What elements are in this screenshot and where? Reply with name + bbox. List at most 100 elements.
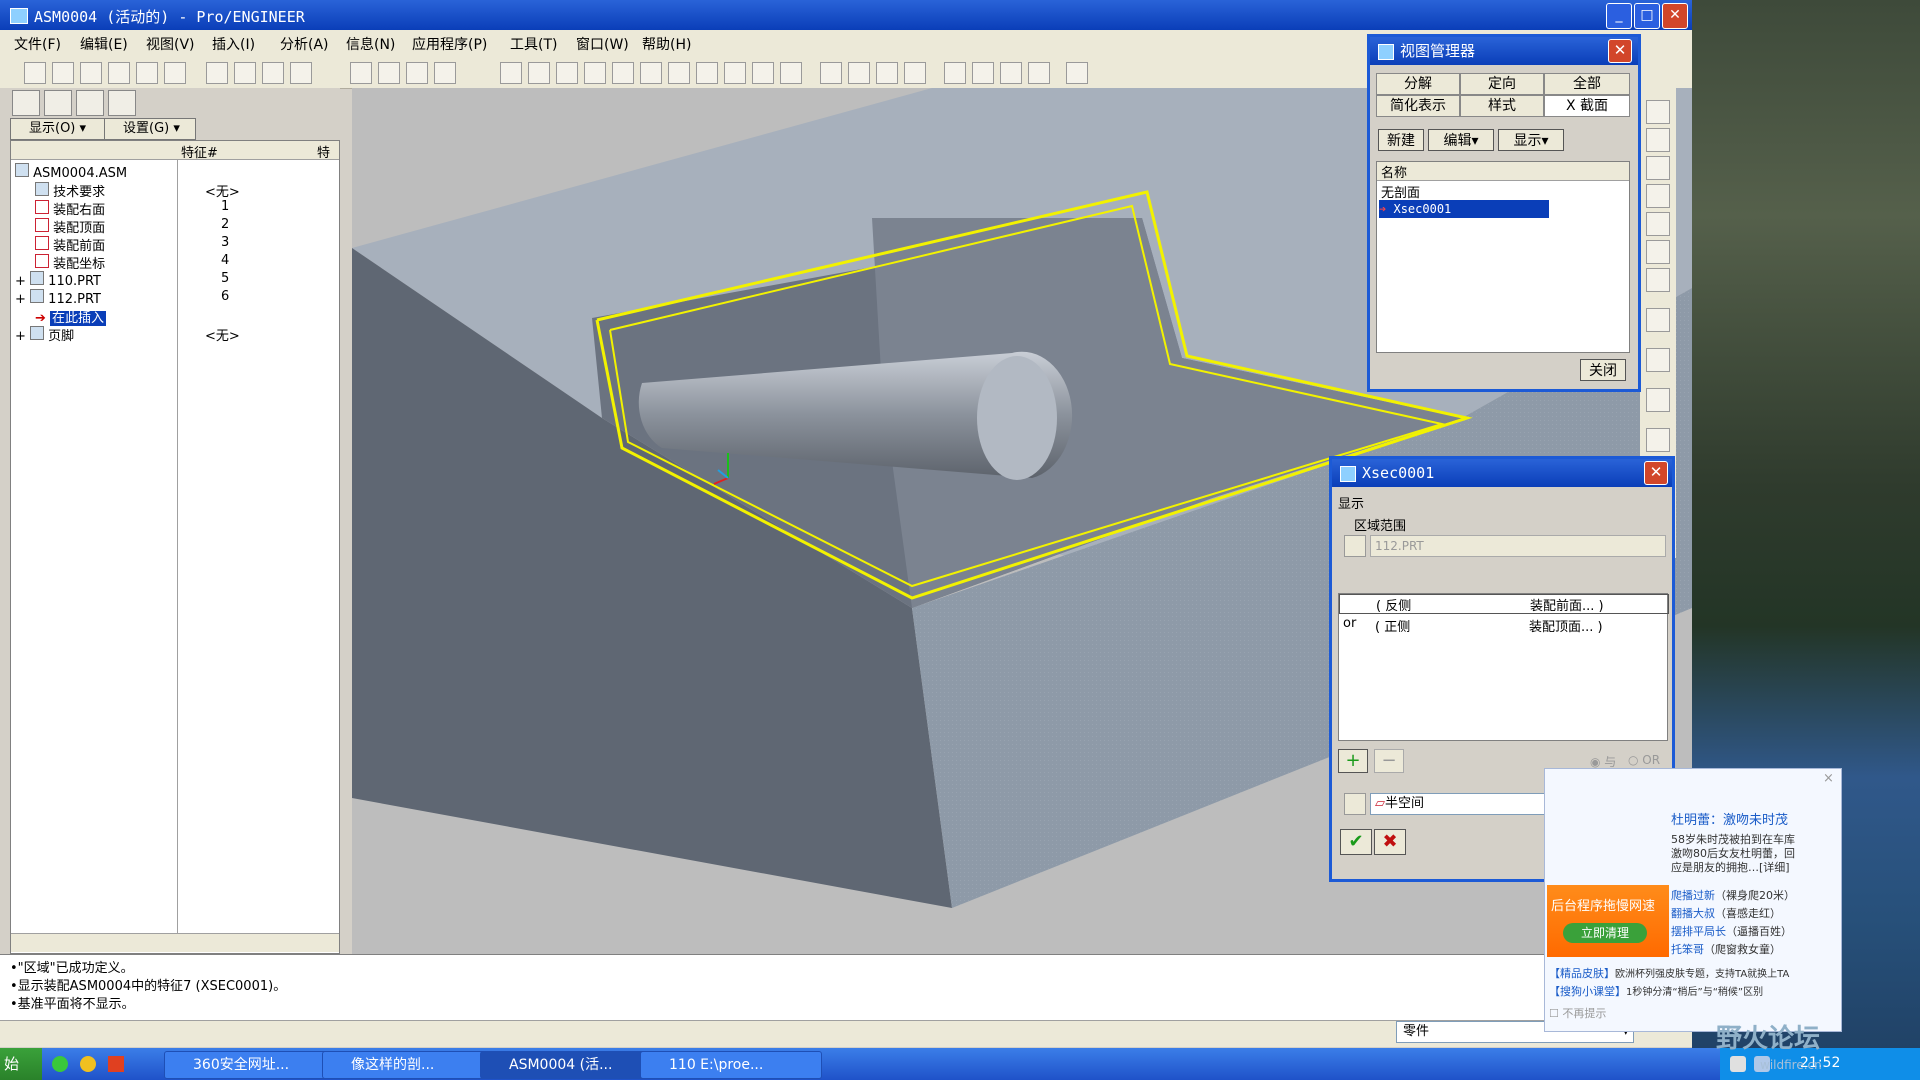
taskbar-item[interactable]: 360安全网址... (164, 1051, 334, 1079)
curve-icon[interactable] (1646, 184, 1670, 208)
popup-link[interactable]: 爬播过新（裸身爬20米） (1671, 887, 1795, 903)
region-row[interactable]: ( 反侧 装配前面... ) (1339, 594, 1669, 614)
datum-display-icon[interactable] (500, 62, 522, 84)
quicklaunch-icon[interactable] (80, 1056, 96, 1072)
sketch-icon[interactable] (1646, 100, 1670, 124)
tree-item-asm-top[interactable]: 装配顶面 (35, 217, 105, 236)
tree-item-asm-csys[interactable]: 装配坐标 (35, 253, 105, 272)
popup-headline[interactable]: 杜明蕾：激吻未时茂 (1671, 809, 1839, 829)
popup-link[interactable]: 【精品皮肤】欧洲杯列强皮肤专题，支持TA就换上TA (1549, 965, 1789, 981)
model-tree-tab-icon[interactable] (12, 90, 40, 116)
close-icon[interactable]: × (1823, 771, 1834, 786)
close-icon[interactable]: ✕ (1644, 461, 1668, 485)
new-file-icon[interactable] (24, 62, 46, 84)
menu-tools[interactable]: 工具(T) (510, 34, 557, 54)
email-icon[interactable] (136, 62, 158, 84)
menu-info[interactable]: 信息(N) (346, 34, 395, 54)
list-item-selected[interactable]: ➔ Xsec0001 (1379, 200, 1549, 218)
reorient-icon[interactable] (696, 62, 718, 84)
list-item[interactable]: 无剖面 (1381, 182, 1420, 201)
hidden-line-icon[interactable] (848, 62, 870, 84)
display-dropdown[interactable]: 显示▾ (1498, 129, 1564, 151)
minimize-button[interactable]: _ (1606, 3, 1632, 29)
tree-item-insert-here[interactable]: ➔ 在此插入 (35, 307, 107, 326)
insert-component-icon[interactable] (1646, 308, 1670, 332)
point-icon[interactable] (1646, 212, 1670, 236)
datum-csys-icon[interactable] (1028, 62, 1050, 84)
refit-icon[interactable] (668, 62, 690, 84)
context-help-icon[interactable] (1066, 62, 1088, 84)
csys-icon[interactable] (1646, 240, 1670, 264)
menu-insert[interactable]: 插入(I) (212, 34, 255, 54)
popup-link[interactable]: 【搜狗小课堂】1秒钟分清“梢后”与“稍候”区别 (1549, 983, 1763, 999)
tree-item-112prt[interactable]: + 112.PRT (15, 289, 101, 307)
popup-link[interactable]: 托笨哥（爬窗救女童） (1671, 941, 1781, 957)
save-icon[interactable] (80, 62, 102, 84)
tab-all[interactable]: 全部 (1544, 73, 1630, 95)
tab-explode[interactable]: 分解 (1376, 73, 1460, 95)
layers-icon[interactable] (752, 62, 774, 84)
select-box-icon[interactable] (434, 62, 456, 84)
tree-horizontal-scrollbar[interactable] (11, 933, 339, 952)
menu-applications[interactable]: 应用程序(P) (412, 34, 487, 54)
settings-dropdown[interactable]: 设置(G) ▾ (104, 118, 196, 140)
connections-tab-icon[interactable] (108, 90, 136, 116)
quicklaunch-icon[interactable] (108, 1056, 124, 1072)
create-component-icon[interactable] (1646, 388, 1670, 412)
select-arrow-icon[interactable] (1344, 793, 1366, 815)
ad-banner[interactable]: 后台程序拖慢网速 立即清理 (1547, 885, 1669, 957)
ok-checkmark-icon[interactable]: ✔ (1340, 829, 1372, 855)
tree-item-footer[interactable]: + 页脚 (15, 325, 74, 344)
cancel-x-icon[interactable]: ✖ (1374, 829, 1406, 855)
or-radio[interactable]: ○ OR (1628, 753, 1660, 767)
menu-help[interactable]: 帮助(H) (642, 34, 691, 54)
spin-center-icon[interactable] (528, 62, 550, 84)
saved-views-icon[interactable] (724, 62, 746, 84)
tab-xsec[interactable]: X 截面 (1544, 95, 1630, 117)
copy-icon[interactable] (262, 62, 284, 84)
pan-icon[interactable] (584, 62, 606, 84)
tab-simplified-rep[interactable]: 简化表示 (1376, 95, 1460, 117)
folder-browser-tab-icon[interactable] (44, 90, 72, 116)
regenerate-icon[interactable] (350, 62, 372, 84)
menu-file[interactable]: 文件(F) (14, 34, 61, 54)
zoom-in-icon[interactable] (612, 62, 634, 84)
new-button[interactable]: 新建 (1378, 129, 1424, 151)
popup-link[interactable]: 翻播大叔（喜感走红） (1671, 905, 1781, 921)
close-icon[interactable]: ✕ (1608, 39, 1632, 63)
analysis-icon[interactable] (1646, 268, 1670, 292)
datum-axis-icon[interactable] (972, 62, 994, 84)
tab-orient[interactable]: 定向 (1460, 73, 1544, 95)
menu-view[interactable]: 视图(V) (146, 34, 195, 54)
menu-window[interactable]: 窗口(W) (576, 34, 629, 54)
close-button[interactable]: ✕ (1662, 3, 1688, 29)
shading-icon[interactable] (904, 62, 926, 84)
undo-icon[interactable] (206, 62, 228, 84)
assemble-icon[interactable] (1646, 348, 1670, 372)
show-dropdown[interactable]: 显示(O) ▾ (10, 118, 112, 140)
regenerate-manager-icon[interactable] (378, 62, 400, 84)
remove-icon[interactable]: − (1374, 749, 1404, 773)
axis-icon[interactable] (1646, 156, 1670, 180)
maximize-button[interactable]: □ (1634, 3, 1660, 29)
plane-icon[interactable] (1646, 128, 1670, 152)
menu-edit[interactable]: 编辑(E) (80, 34, 128, 54)
taskbar-item[interactable]: 像这样的剖... (322, 1051, 492, 1079)
print-icon[interactable] (108, 62, 130, 84)
cut-icon[interactable] (1646, 428, 1670, 452)
quicklaunch-icon[interactable] (52, 1056, 68, 1072)
start-button[interactable]: 始 (0, 1048, 42, 1080)
tray-icon[interactable] (1730, 1056, 1746, 1072)
view-manager-icon[interactable] (780, 62, 802, 84)
no-hidden-icon[interactable] (876, 62, 898, 84)
edit-dropdown[interactable]: 编辑▾ (1428, 129, 1494, 151)
send-icon[interactable] (164, 62, 186, 84)
paste-icon[interactable] (290, 62, 312, 84)
find-icon[interactable] (406, 62, 428, 84)
taskbar-item-active[interactable]: ASM0004 (活... (480, 1051, 650, 1079)
tree-item-root[interactable]: ASM0004.ASM (15, 163, 127, 181)
tab-style[interactable]: 样式 (1460, 95, 1544, 117)
add-icon[interactable]: + (1338, 749, 1368, 773)
redo-icon[interactable] (234, 62, 256, 84)
tree-item-110prt[interactable]: + 110.PRT (15, 271, 101, 289)
